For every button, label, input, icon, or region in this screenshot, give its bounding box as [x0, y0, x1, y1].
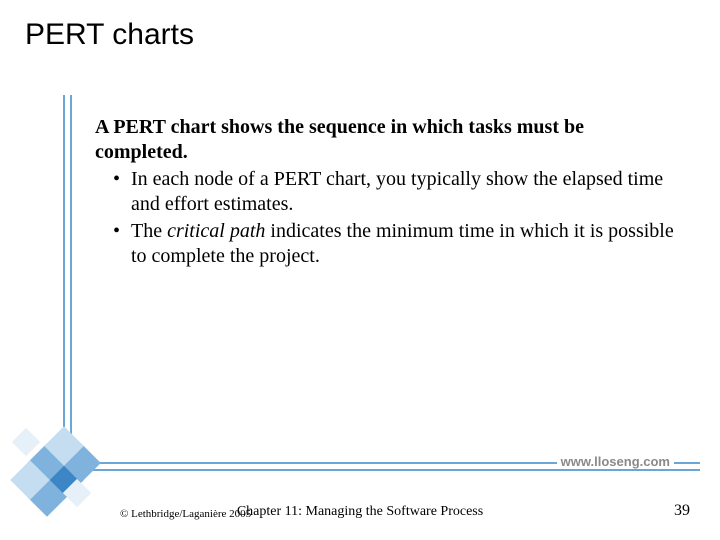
footer-chapter: Chapter 11: Managing the Software Proces…: [0, 504, 720, 520]
bullet-text: In each node of a PERT chart, you typica…: [131, 168, 663, 215]
lead-paragraph: A PERT chart shows the sequence in which…: [95, 115, 680, 165]
bullet-item: In each node of a PERT chart, you typica…: [113, 167, 680, 217]
bullet-list: In each node of a PERT chart, you typica…: [95, 167, 680, 269]
website-url: www.lloseng.com: [557, 454, 674, 469]
bullet-item: The critical path indicates the minimum …: [113, 219, 680, 269]
diamond-icon: [12, 428, 40, 456]
slide-body: A PERT chart shows the sequence in which…: [95, 115, 680, 271]
bullet-text-em: critical path: [167, 220, 265, 242]
bullet-text-pre: The: [131, 220, 167, 242]
decorative-line: [80, 469, 700, 471]
slide-title: PERT charts: [25, 18, 194, 52]
page-number: 39: [674, 502, 690, 520]
